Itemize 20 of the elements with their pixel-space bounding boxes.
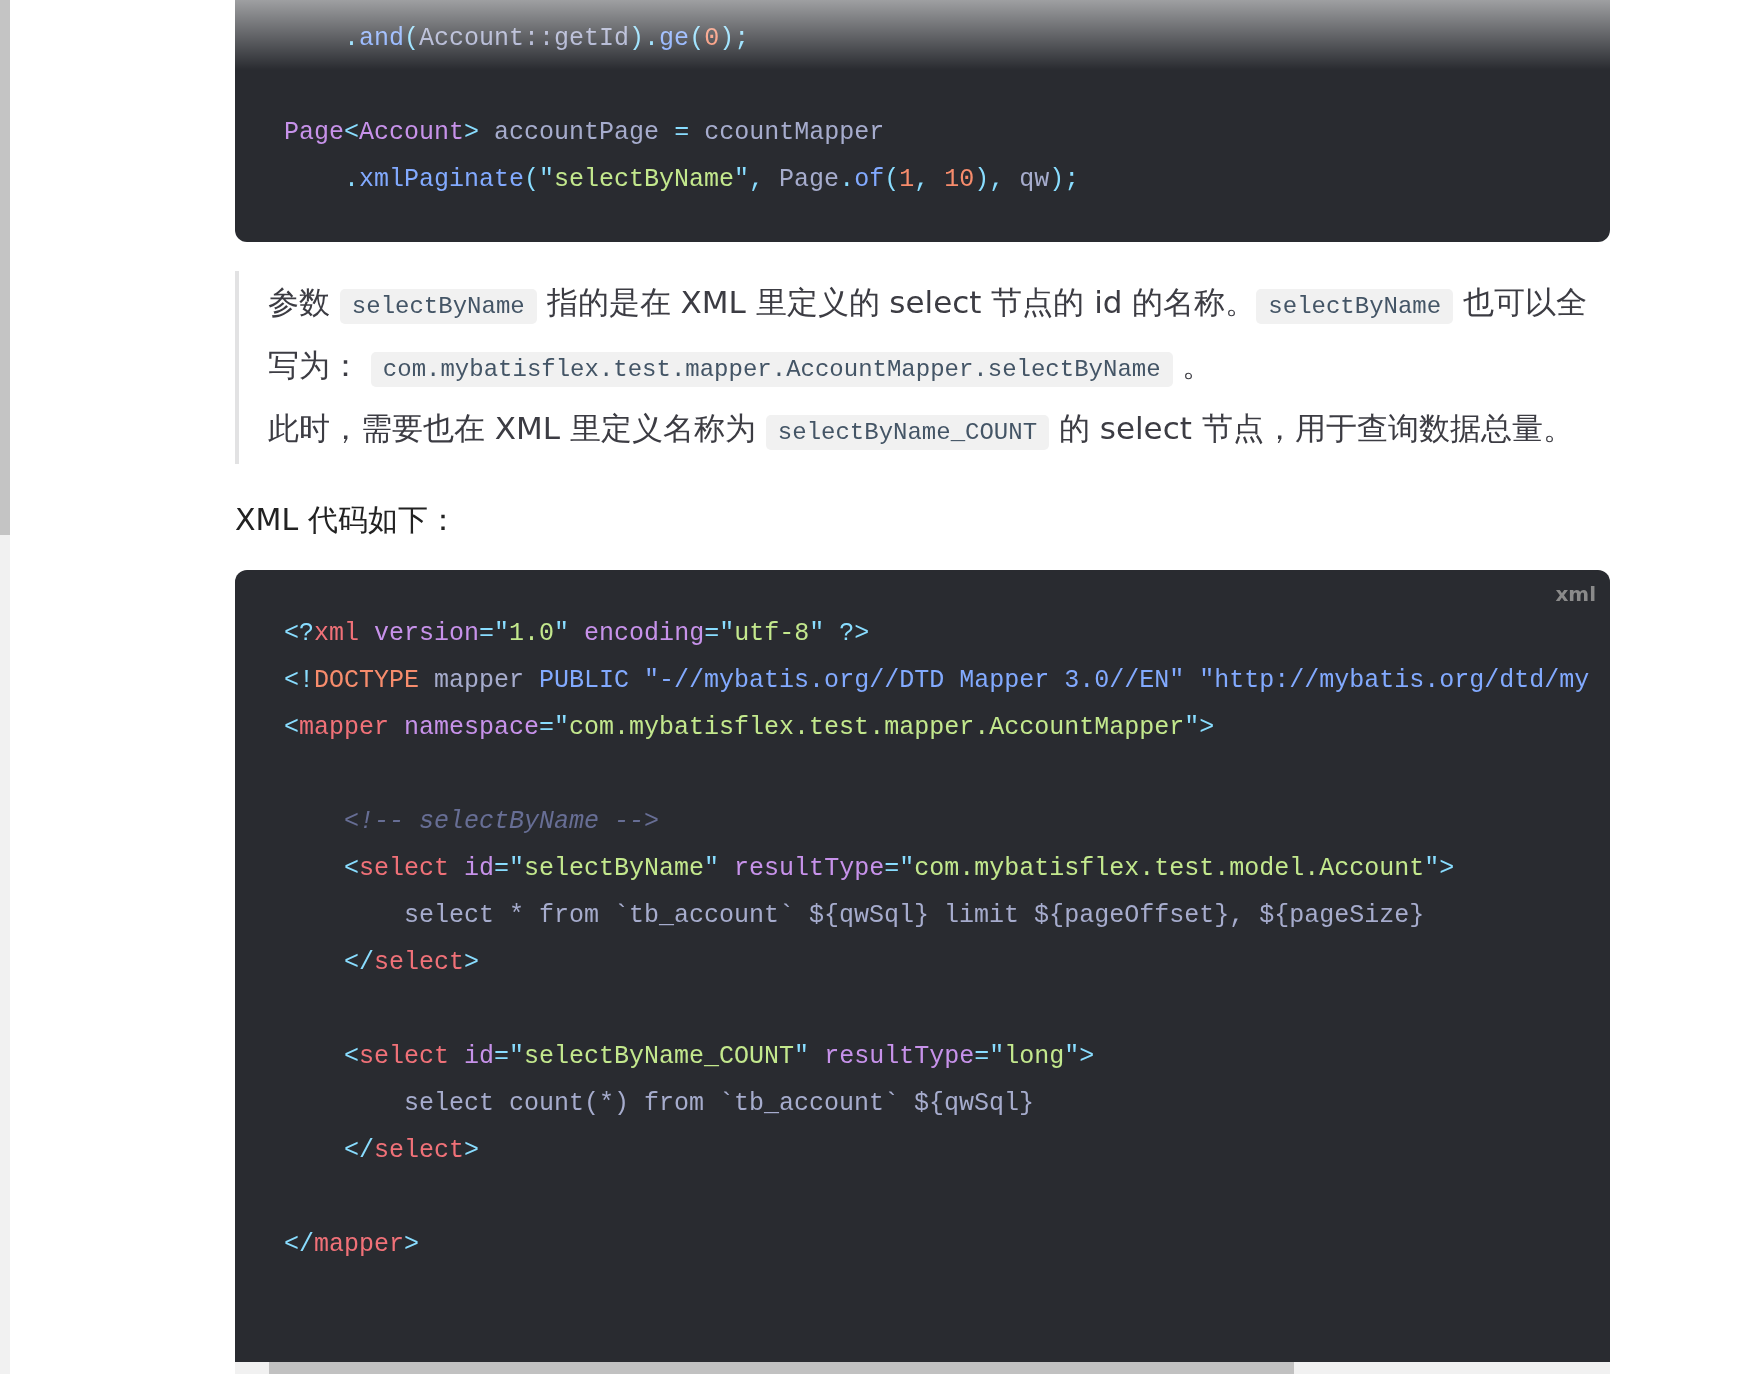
code-line: <!-- selectByName --> — [343, 806, 660, 838]
code-line: <!DOCTYPE mapper PUBLIC "-//mybatis.org//DTD Mapper 3.0//EN" "http://mybatis.org/dtd/my — [284, 665, 1590, 697]
scrollbar[interactable] — [0, 0, 10, 1374]
code-line: .and(Account::getId).ge(0); — [343, 23, 750, 55]
code-line: </mapper> — [284, 1229, 420, 1261]
note-paragraph: 参数 selectByName 指的是在 XML 里定义的 select 节点的 id 的名称。 selectByName 也可以全写为： com.mybatisflex.test.mapper.AccountMapper.selectByName 。 — [268, 273, 1600, 399]
note-paragraph: 此时，需要也在 XML 里定义名称为 selectByName_COUNT 的 select 节点，用于查询数据总量。 — [268, 399, 1600, 462]
section-heading: XML 代码如下： — [235, 501, 459, 539]
code-line: <select id="selectByName" resultType="com.mybatisflex.test.model.Account"> — [343, 853, 1455, 885]
code-line: select count(*) from `tb_account` ${qwSql} — [403, 1088, 1035, 1120]
code-line: <select id="selectByName_COUNT" resultType="long"> — [343, 1041, 1095, 1073]
code-line: select * from `tb_account` ${qwSql} limit ${pageOffset}, ${pageSize} — [403, 900, 1425, 932]
code-line: </select> — [343, 947, 480, 979]
code-line: Page<Account> accountPage = ccountMapper — [284, 117, 885, 149]
horizontal-scrollbar[interactable] — [235, 1362, 1610, 1374]
language-label: xml — [1555, 582, 1596, 606]
code-line: <mapper namespace="com.mybatisflex.test.mapper.AccountMapper"> — [284, 712, 1215, 744]
code-line: <?xml version="1.0" encoding="utf-8" ?> — [284, 618, 870, 650]
code-line: .xmlPaginate("selectByName", Page.of(1, 10), qw); — [343, 164, 1080, 196]
code-line: </select> — [343, 1135, 480, 1167]
